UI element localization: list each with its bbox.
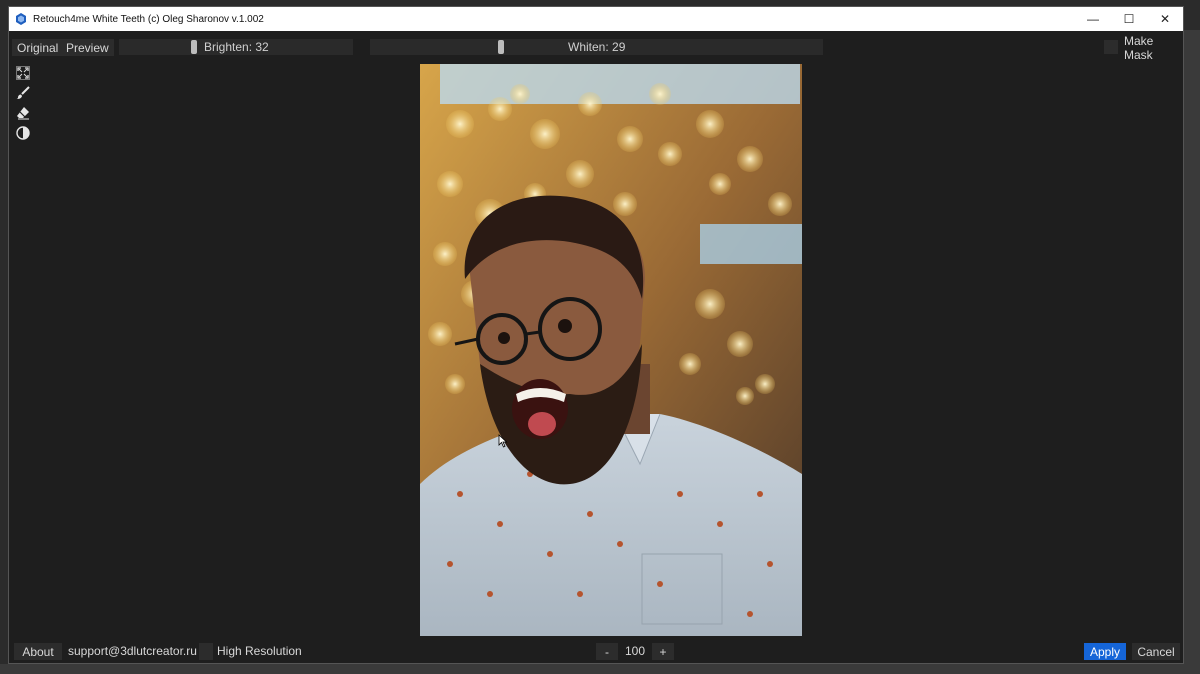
apply-button[interactable]: Apply [1084,643,1126,660]
brighten-slider-thumb[interactable] [191,40,197,54]
minimize-button[interactable]: — [1075,7,1111,31]
fit-screen-tool[interactable] [15,65,31,81]
eraser-icon [17,107,29,120]
whiten-slider[interactable]: Whiten: 29 [370,39,823,55]
minimize-icon: — [1087,12,1099,26]
contrast-tool[interactable] [15,125,31,141]
fit-screen-icon [16,66,30,80]
brush-icon [16,86,30,99]
make-mask-label: Make Mask [1124,33,1154,62]
bottom-bar: About support@3dlutcreator.ru High Resol… [9,641,1183,661]
brighten-label: Brighten: 32 [204,40,269,54]
host-app-right-panel [1184,30,1200,670]
support-email-link[interactable]: support@3dlutcreator.ru [68,644,197,658]
preview-button[interactable]: Preview [61,39,114,56]
top-toolbar: Original Preview Brighten: 32 Whiten: 29… [9,33,1183,62]
high-resolution-label: High Resolution [217,644,302,658]
high-resolution-checkbox[interactable] [199,643,213,660]
window-title: Retouch4me White Teeth (c) Oleg Sharonov… [33,13,264,25]
whiten-label: Whiten: 29 [568,40,626,54]
maximize-button[interactable]: ☐ [1111,7,1147,31]
app-logo-icon [16,13,26,25]
about-button[interactable]: About [14,643,62,660]
mouse-cursor-icon [498,434,508,448]
title-bar: Retouch4me White Teeth (c) Oleg Sharonov… [9,7,1183,31]
original-button[interactable]: Original [12,39,64,56]
tool-palette [15,65,31,145]
zoom-value: 100 [625,644,646,658]
zoom-out-button[interactable]: - [596,643,618,660]
close-button[interactable]: ✕ [1147,7,1183,31]
plugin-window: Retouch4me White Teeth (c) Oleg Sharonov… [8,6,1184,664]
close-icon: ✕ [1159,12,1171,26]
eraser-tool[interactable] [15,105,31,121]
portrait-image [420,64,802,636]
photo-preview[interactable] [420,64,802,636]
whiten-slider-thumb[interactable] [498,40,504,54]
zoom-in-button[interactable]: + [652,643,674,660]
host-app-status-bar [0,664,1200,674]
make-mask-checkbox[interactable] [1104,40,1118,54]
maximize-icon: ☐ [1123,12,1135,26]
contrast-icon [16,126,30,140]
brush-tool[interactable] [15,85,31,101]
brighten-slider[interactable]: Brighten: 32 [119,39,353,55]
cancel-button[interactable]: Cancel [1132,643,1180,660]
